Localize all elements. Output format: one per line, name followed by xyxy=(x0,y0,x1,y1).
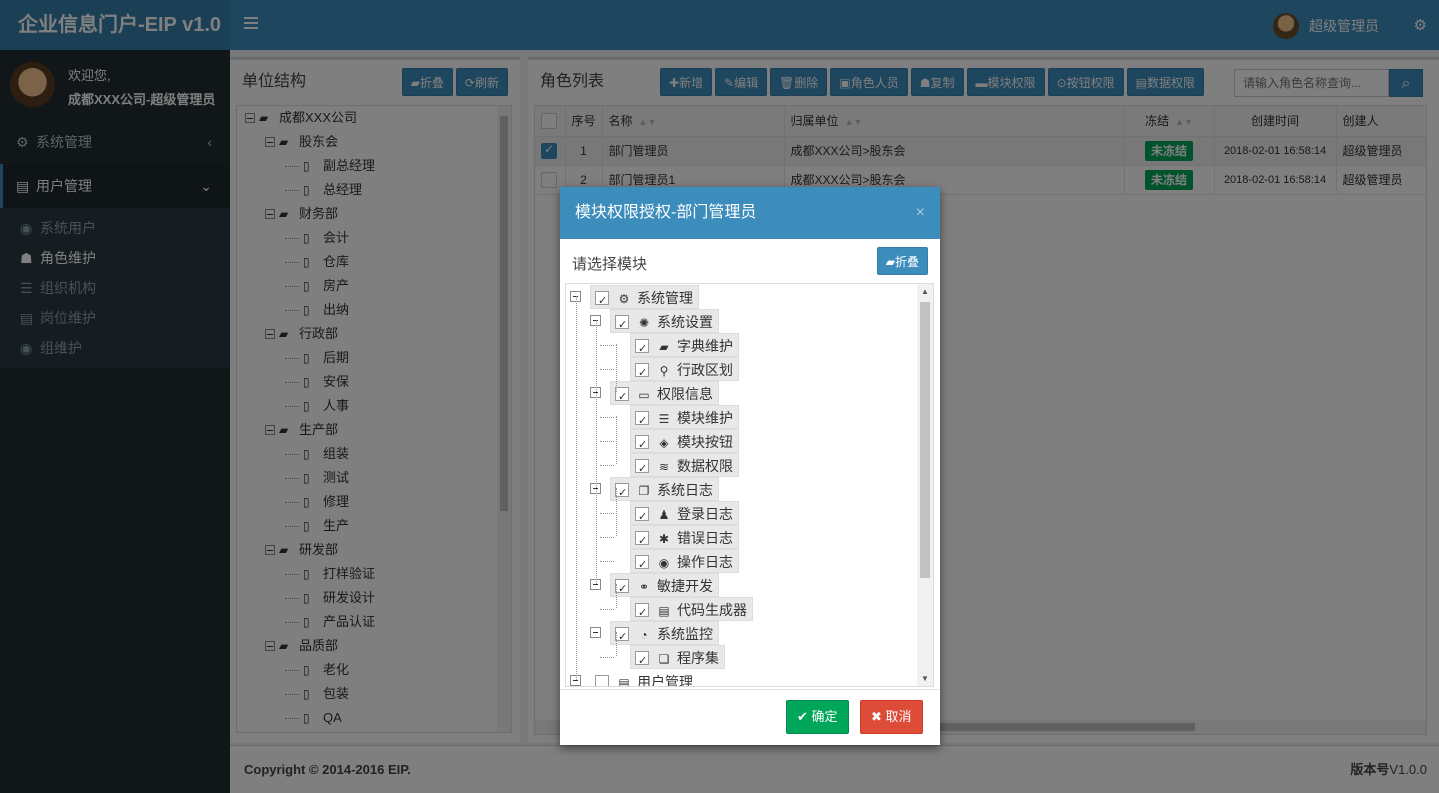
module-tree-node[interactable]: ▰字典维护 xyxy=(566,333,916,361)
module-checkbox[interactable] xyxy=(635,409,649,433)
module-tree-node[interactable]: ⚙系统管理 xyxy=(566,285,916,313)
scroll-up-icon[interactable]: ▲ xyxy=(921,287,929,296)
module-tree-node[interactable]: ⚭敏捷开发 xyxy=(566,573,916,601)
module-checkbox[interactable] xyxy=(635,649,649,673)
module-tree-node[interactable]: ▤代码生成器 xyxy=(566,597,916,625)
clone-icon: ❏ xyxy=(658,652,670,666)
confirm-button[interactable]: ✔ 确定 xyxy=(786,700,849,734)
cog-outline-icon: ✺ xyxy=(638,316,650,330)
collapse-icon[interactable] xyxy=(590,627,601,638)
module-tree-node[interactable]: ⚲行政区划 xyxy=(566,357,916,385)
module-tree-node[interactable]: ❐系统日志 xyxy=(566,477,916,505)
module-checkbox[interactable] xyxy=(635,361,649,385)
module-checkbox[interactable] xyxy=(635,529,649,553)
module-permission-modal: 模块权限授权-部门管理员 × 请选择模块 ▰折叠 ▲ ▼ ⚙系统管理✺系统设置▰… xyxy=(560,187,940,745)
modal-subtitle: 请选择模块 xyxy=(572,256,648,273)
module-tree-node[interactable]: ✱错误日志 xyxy=(566,525,916,553)
folder-icon: ▰ xyxy=(885,255,895,269)
book-icon: ▰ xyxy=(659,340,669,354)
module-tree-node[interactable]: ✺系统设置 xyxy=(566,309,916,337)
module-checkbox[interactable] xyxy=(615,625,629,649)
close-icon[interactable]: × xyxy=(916,187,925,239)
handshake-icon: ⚭ xyxy=(638,580,650,594)
person-icon: ♟ xyxy=(658,508,670,522)
modal-header: 模块权限授权-部门管理员 × xyxy=(560,187,940,239)
cube-icon: ◈ xyxy=(659,436,669,450)
module-tree-node[interactable]: ▭权限信息 xyxy=(566,381,916,409)
module-tree-node[interactable]: ❏程序集 xyxy=(566,645,916,673)
module-checkbox[interactable] xyxy=(595,675,609,686)
times-icon: ✖ xyxy=(871,709,886,724)
module-checkbox[interactable] xyxy=(615,313,629,337)
module-tree-node[interactable]: ◈模块按钮 xyxy=(566,429,916,457)
server-icon: ▤ xyxy=(658,604,670,618)
module-tree-node[interactable]: ☰模块维护 xyxy=(566,405,916,433)
database-icon: ≋ xyxy=(658,460,670,474)
module-checkbox[interactable] xyxy=(615,481,629,505)
dashboard-icon: ◔ xyxy=(640,628,648,642)
module-checkbox[interactable] xyxy=(635,457,649,481)
scroll-down-icon[interactable]: ▼ xyxy=(921,674,929,683)
eye-icon: ◉ xyxy=(658,556,670,570)
module-checkbox[interactable] xyxy=(615,577,629,601)
gear-icon: ⚙ xyxy=(618,292,630,306)
module-checkbox[interactable] xyxy=(595,289,609,313)
module-tree-node[interactable]: ≋数据权限 xyxy=(566,453,916,481)
module-tree-node[interactable]: ♟登录日志 xyxy=(566,501,916,529)
module-tree-node[interactable]: ▤ 用户管理 xyxy=(566,669,916,687)
copy-icon: ❐ xyxy=(638,484,650,498)
module-tree-scrollbar[interactable]: ▲ ▼ xyxy=(917,284,933,686)
id-card-icon: ▤ xyxy=(618,676,630,687)
module-checkbox[interactable] xyxy=(635,433,649,457)
modal-title: 模块权限授权-部门管理员 xyxy=(575,204,757,221)
module-tree-node[interactable]: ◉操作日志 xyxy=(566,549,916,577)
check-icon: ✔ xyxy=(797,709,812,724)
cancel-button[interactable]: ✖ 取消 xyxy=(860,700,923,734)
list-icon: ☰ xyxy=(658,412,670,426)
module-tree: ▲ ▼ ⚙系统管理✺系统设置▰字典维护⚲行政区划▭权限信息☰模块维护◈模块按钮≋… xyxy=(565,283,934,687)
module-checkbox[interactable] xyxy=(635,505,649,529)
modal-fold-button[interactable]: ▰折叠 xyxy=(876,247,928,275)
module-checkbox[interactable] xyxy=(615,385,629,409)
bug-icon: ✱ xyxy=(658,532,670,546)
module-checkbox[interactable] xyxy=(635,337,649,361)
module-checkbox[interactable] xyxy=(635,553,649,577)
module-tree-node[interactable]: ◔系统监控 xyxy=(566,621,916,649)
module-checkbox[interactable] xyxy=(635,601,649,625)
map-pin-icon: ⚲ xyxy=(659,364,669,378)
desktop-icon: ▭ xyxy=(638,388,650,402)
